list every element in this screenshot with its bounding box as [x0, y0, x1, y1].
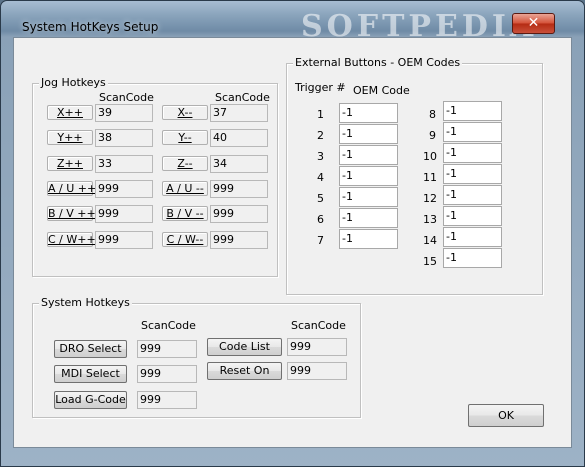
jog-button[interactable]: B / V ++ — [47, 206, 96, 221]
system-hotkey-button[interactable]: Code List — [207, 338, 282, 356]
window: System HotKeys Setup SOFTPEDIA ✕ Jog Hot… — [0, 0, 585, 467]
jog-button[interactable]: B / V -- — [162, 206, 208, 221]
trigger-number: 11 — [423, 171, 437, 184]
jog-scancode-field: 38 — [95, 129, 153, 147]
trigger-number: 15 — [423, 255, 437, 268]
trigger-number: 2 — [317, 129, 324, 142]
jog-button[interactable]: A / U -- — [162, 181, 208, 196]
jog-hotkeys-title: Jog Hotkeys — [39, 76, 108, 89]
jog-button[interactable]: X++ — [47, 105, 93, 120]
jog-scancode-field: 39 — [95, 104, 153, 122]
oem-code-input[interactable]: -1 — [339, 187, 398, 207]
close-button[interactable]: ✕ — [512, 13, 555, 34]
trigger-number: 6 — [317, 213, 324, 226]
system-scancode-field: 999 — [137, 365, 197, 383]
external-buttons-title: External Buttons - OEM Codes — [293, 56, 463, 69]
jog-scancode-field: 999 — [95, 231, 153, 249]
title-bar[interactable]: System HotKeys Setup SOFTPEDIA ✕ — [1, 1, 584, 44]
jog-button[interactable]: A / U ++ — [47, 181, 96, 196]
oem-code-input[interactable]: -1 — [339, 229, 398, 249]
dialog-body: Jog Hotkeys ScanCode ScanCode X++ 39 Y++ 38… — [13, 37, 572, 448]
system-hotkey-button[interactable]: MDI Select — [54, 365, 127, 383]
oem-code-input[interactable]: -1 — [443, 227, 502, 247]
oem-code-input[interactable]: -1 — [443, 206, 502, 226]
oem-code-input[interactable]: -1 — [339, 145, 398, 165]
jog-scancode-field: 40 — [210, 129, 268, 147]
trigger-number: 9 — [429, 129, 436, 142]
system-scancode-field: 999 — [287, 362, 347, 380]
oem-code-header: OEM Code — [353, 84, 410, 97]
jog-button[interactable]: Y++ — [47, 130, 93, 145]
system-hotkeys-title: System Hotkeys — [39, 296, 132, 309]
jog-scancode-field: 34 — [210, 155, 268, 173]
oem-code-input[interactable]: -1 — [443, 101, 502, 121]
close-icon: ✕ — [527, 15, 540, 31]
ok-button[interactable]: OK — [468, 404, 544, 427]
jog-button[interactable]: X-- — [162, 105, 208, 120]
system-hotkey-button[interactable]: Reset On — [207, 362, 282, 380]
jog-button[interactable]: Z++ — [47, 156, 93, 171]
jog-scancode-field: 999 — [95, 180, 153, 198]
jog-scancode-header-right: ScanCode — [215, 91, 270, 104]
jog-button[interactable]: C / W++ — [47, 232, 96, 247]
external-buttons-group: External Buttons - OEM Codes Trigger # O… — [286, 56, 543, 295]
oem-code-input[interactable]: -1 — [339, 208, 398, 228]
trigger-number: 10 — [423, 150, 437, 163]
jog-hotkeys-group: Jog Hotkeys ScanCode ScanCode X++ 39 Y++ 38… — [32, 76, 278, 277]
oem-code-input[interactable]: -1 — [443, 164, 502, 184]
trigger-number: 8 — [429, 108, 436, 121]
oem-code-input[interactable]: -1 — [443, 122, 502, 142]
jog-scancode-field: 999 — [210, 180, 268, 198]
system-scancode-header-right: ScanCode — [291, 319, 346, 332]
jog-button[interactable]: Z-- — [162, 156, 208, 171]
jog-scancode-header-left: ScanCode — [99, 91, 154, 104]
jog-scancode-field: 999 — [210, 231, 268, 249]
system-scancode-field: 999 — [137, 340, 197, 358]
system-hotkey-button[interactable]: Load G-Code — [54, 391, 127, 409]
oem-code-input[interactable]: -1 — [443, 143, 502, 163]
trigger-header: Trigger # — [295, 81, 346, 94]
jog-scancode-field: 999 — [210, 205, 268, 223]
trigger-number: 7 — [317, 234, 324, 247]
trigger-number: 12 — [423, 192, 437, 205]
system-hotkeys-group: System Hotkeys ScanCode ScanCode DRO Sel… — [32, 296, 361, 418]
oem-code-input[interactable]: -1 — [339, 103, 398, 123]
system-hotkey-button[interactable]: DRO Select — [54, 340, 127, 358]
trigger-number: 5 — [317, 192, 324, 205]
oem-code-input[interactable]: -1 — [443, 185, 502, 205]
trigger-number: 13 — [423, 213, 437, 226]
trigger-number: 1 — [317, 108, 324, 121]
jog-button[interactable]: C / W-- — [162, 232, 208, 247]
jog-scancode-field: 37 — [210, 104, 268, 122]
trigger-number: 3 — [317, 150, 324, 163]
window-title: System HotKeys Setup — [22, 20, 159, 34]
system-scancode-field: 999 — [287, 338, 347, 356]
system-scancode-field: 999 — [137, 391, 197, 409]
jog-button[interactable]: Y-- — [162, 130, 208, 145]
trigger-number: 4 — [317, 171, 324, 184]
oem-code-input[interactable]: -1 — [443, 248, 502, 268]
system-scancode-header-left: ScanCode — [141, 319, 196, 332]
oem-code-input[interactable]: -1 — [339, 124, 398, 144]
jog-scancode-field: 999 — [95, 205, 153, 223]
jog-scancode-field: 33 — [95, 155, 153, 173]
trigger-number: 14 — [423, 234, 437, 247]
oem-code-input[interactable]: -1 — [339, 166, 398, 186]
